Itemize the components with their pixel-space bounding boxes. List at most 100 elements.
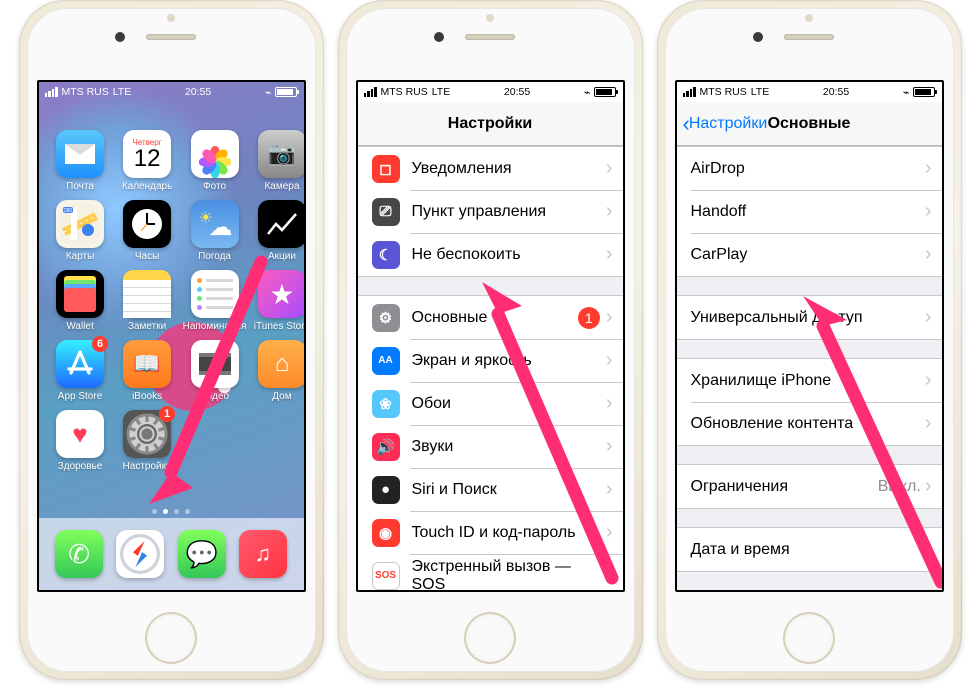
page-title: Основные <box>768 115 851 133</box>
app-label: Напоминания <box>183 321 247 332</box>
app-weather[interactable]: ☀☁Погода <box>183 200 247 262</box>
settings-row[interactable]: CarPlay› <box>677 233 942 276</box>
mail-icon <box>56 130 104 178</box>
phone-app-icon[interactable]: ✆ <box>55 530 103 578</box>
chevron-right-icon: › <box>925 243 932 266</box>
app-rem[interactable]: Напоминания <box>183 270 247 332</box>
back-button[interactable]: ‹Настройки <box>683 111 768 137</box>
row-label: AirDrop <box>691 160 925 178</box>
notification-badge: 1 <box>159 406 175 422</box>
home-button[interactable] <box>145 612 197 664</box>
row-label: Touch ID и код-пароль <box>412 524 606 542</box>
bluetooth-icon: ⌁ <box>265 86 272 99</box>
app-cal[interactable]: Четверг12Календарь <box>116 130 179 192</box>
chevron-right-icon: › <box>606 478 613 501</box>
app-ibooks[interactable]: 📖iBooks <box>116 340 179 402</box>
app-mail[interactable]: Почта <box>49 130 112 192</box>
settings-row[interactable]: ◉Touch ID и код-пароль› <box>358 511 623 554</box>
page-title: Настройки <box>448 115 532 133</box>
app-label: iBooks <box>132 391 162 402</box>
maps-icon: 280 <box>56 200 104 248</box>
touch-icon: ◉ <box>372 519 400 547</box>
bluetooth-icon: ⌁ <box>903 86 910 99</box>
settings-list[interactable]: ◻︎ Уведомления › ⎚Пункт управления›☾Не бесп… <box>358 146 623 590</box>
settings-row[interactable]: Обновление контента› <box>677 402 942 445</box>
settings-row[interactable]: AAЭкран и яркость› <box>358 339 623 382</box>
home-button[interactable] <box>464 612 516 664</box>
row-label: Универсальный доступ <box>691 309 925 327</box>
page-indicator <box>39 509 304 514</box>
row-label: CarPlay <box>691 246 925 264</box>
app-maps[interactable]: 280Карты <box>49 200 112 262</box>
settings-row[interactable]: ⚙︎Основные1› <box>358 296 623 339</box>
row-label: Уведомления <box>412 160 606 178</box>
network-label: LTE <box>113 86 131 98</box>
settings-row[interactable]: ⎚Пункт управления› <box>358 190 623 233</box>
app-label: Настройки <box>123 461 172 472</box>
clock-label: 20:55 <box>504 86 530 98</box>
chevron-right-icon: › <box>606 243 613 266</box>
settings-row[interactable]: ОграниченияВыкл.› <box>677 465 942 508</box>
app-health[interactable]: ♥Здоровье <box>49 410 112 472</box>
app-stocks[interactable]: Акции <box>250 200 303 262</box>
notif-icon: ◻︎ <box>372 155 400 183</box>
app-label: Акции <box>268 251 296 262</box>
settings-row[interactable]: ●Siri и Поиск› <box>358 468 623 511</box>
app-home[interactable]: ⌂Дом <box>250 340 303 402</box>
settings-row[interactable]: Handoff› <box>677 190 942 233</box>
signal-icon <box>364 87 377 97</box>
home-button[interactable] <box>783 612 835 664</box>
settings-row[interactable]: ☾Не беспокоить› <box>358 233 623 276</box>
wall-icon: ❀ <box>372 390 400 418</box>
clock-icon <box>123 200 171 248</box>
bluetooth-icon: ⌁ <box>584 86 591 99</box>
app-label: Здоровье <box>58 461 103 472</box>
navigation-bar: Настройки <box>358 102 623 146</box>
settings-row[interactable]: Дата и время› <box>677 528 942 571</box>
settings-row[interactable]: Хранилище iPhone› <box>677 359 942 402</box>
itunes-icon: ★ <box>258 270 304 318</box>
row-label: Основные <box>412 309 578 327</box>
chevron-right-icon: › <box>925 412 932 435</box>
row-label: Обновление контента <box>691 415 925 433</box>
app-settings[interactable]: 1Настройки <box>116 410 179 472</box>
app-photos[interactable]: Фото <box>183 130 247 192</box>
settings-row[interactable]: 🔊Звуки› <box>358 425 623 468</box>
settings-row[interactable]: ❀Обои› <box>358 382 623 425</box>
network-label: LTE <box>432 86 450 98</box>
app-itunes[interactable]: ★iTunes Store <box>250 270 303 332</box>
settings-row[interactable]: ◻︎Уведомления› <box>358 147 623 190</box>
phone-frame: MTS RUSLTE 20:55 ⌁ ‹Настройки Основные A… <box>657 0 962 680</box>
settings-row[interactable]: AirDrop› <box>677 147 942 190</box>
safari-app-icon[interactable] <box>116 530 164 578</box>
app-label: Погода <box>198 251 231 262</box>
settings-row[interactable]: Универсальный доступ› <box>677 296 942 339</box>
row-label: Ограничения <box>691 478 878 496</box>
siri-icon: ● <box>372 476 400 504</box>
row-label: Пункт управления <box>412 203 606 221</box>
video-icon <box>191 340 239 388</box>
sound-icon: 🔊 <box>372 433 400 461</box>
app-video[interactable]: Видео <box>183 340 247 402</box>
row-label: Дата и время <box>691 541 925 559</box>
music-app-icon[interactable]: ♫ <box>239 530 287 578</box>
app-label: Заметки <box>128 321 166 332</box>
chevron-right-icon: › <box>925 200 932 223</box>
rem-icon <box>191 270 239 318</box>
settings-row[interactable]: SOSЭкстренный вызов — SOS› <box>358 554 623 590</box>
app-cam[interactable]: 📷Камера <box>250 130 303 192</box>
app-appstore[interactable]: 6App Store <box>49 340 112 402</box>
app-label: Видео <box>200 391 229 402</box>
phone-frame: MTS RUSLTE 20:55 ⌁ Настройки ◻︎Уведомлен… <box>338 0 643 680</box>
network-label: LTE <box>751 86 769 98</box>
app-clock[interactable]: Часы <box>116 200 179 262</box>
disp-icon: AA <box>372 347 400 375</box>
battery-icon <box>913 87 935 97</box>
general-list[interactable]: AirDrop›Handoff›CarPlay› Универсальный д… <box>677 146 942 590</box>
messages-app-icon[interactable]: 💬 <box>178 530 226 578</box>
app-notes[interactable]: Заметки <box>116 270 179 332</box>
app-wallet[interactable]: Wallet <box>49 270 112 332</box>
chevron-right-icon: › <box>925 369 932 392</box>
row-label: Не беспокоить <box>412 246 606 264</box>
wallet-icon <box>56 270 104 318</box>
